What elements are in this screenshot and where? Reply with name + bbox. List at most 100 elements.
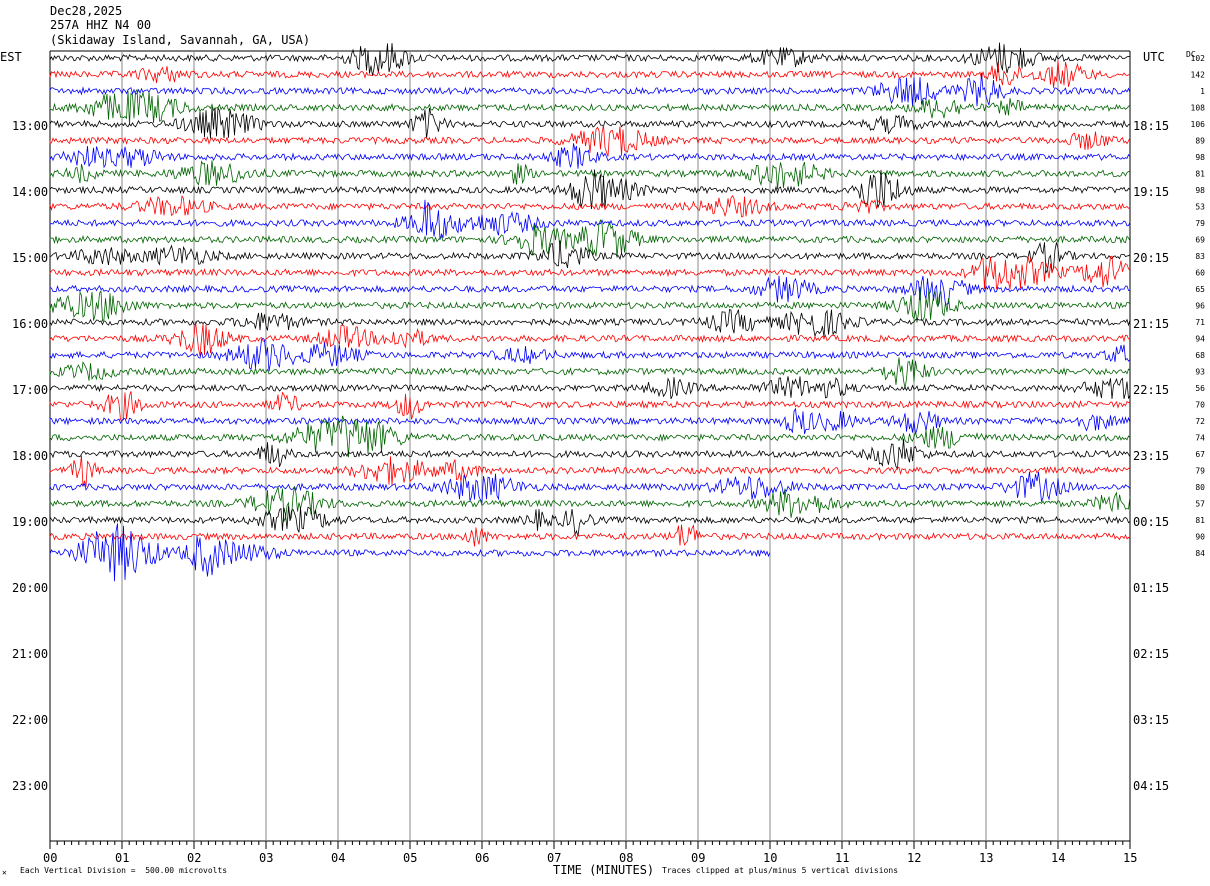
- x-tick-label-04: 04: [331, 851, 345, 865]
- clip-note: Traces clipped at plus/minus 5 vertical …: [662, 866, 899, 875]
- dc-offset-label: 70: [1195, 401, 1205, 410]
- trace-26: [49, 455, 1131, 487]
- right-hour-label: 04:15: [1133, 779, 1169, 793]
- x-tick-label-10: 10: [763, 851, 777, 865]
- dc-offset-label: 68: [1195, 351, 1205, 360]
- dc-offset-label: 96: [1195, 302, 1205, 311]
- scale-note: Each Vertical Division = 500.00 microvol…: [20, 866, 228, 875]
- trace-25: [49, 438, 1131, 471]
- dc-header-label: DC: [1186, 50, 1196, 59]
- left-hour-label: 23:00: [12, 779, 48, 793]
- dc-offset-label: 79: [1195, 467, 1205, 476]
- trace-18: [49, 321, 1131, 357]
- x-tick-label-02: 02: [187, 851, 201, 865]
- trace-6: [49, 124, 1131, 157]
- dc-offset-label: 80: [1195, 483, 1205, 492]
- x-tick-label-11: 11: [835, 851, 849, 865]
- dc-offset-labels: 1021421108106899881985379698360659671946…: [1191, 54, 1206, 558]
- dc-offset-label: 56: [1195, 384, 1205, 393]
- left-hour-label: 14:00: [12, 185, 48, 199]
- right-hour-label: 21:15: [1133, 317, 1169, 331]
- x-tick-label-14: 14: [1051, 851, 1065, 865]
- x-tick-label-06: 06: [475, 851, 489, 865]
- left-hour-label: 20:00: [12, 581, 48, 595]
- right-hour-label: 20:15: [1133, 251, 1169, 265]
- left-hour-label: 17:00: [12, 383, 48, 397]
- right-hour-label: 23:15: [1133, 449, 1169, 463]
- left-hour-label: 18:00: [12, 449, 48, 463]
- dc-offset-label: 84: [1195, 549, 1205, 558]
- minute-gridlines: [49, 50, 1131, 842]
- x-axis: 00 01 02 03 04 05 06 07 08 09 10 11 12 13 14 15: [43, 841, 1137, 865]
- right-hour-label: 22:15: [1133, 383, 1169, 397]
- right-hour-label: 00:15: [1133, 515, 1169, 529]
- x-tick-label-03: 03: [259, 851, 273, 865]
- trace-15: [49, 275, 1131, 307]
- trace-14: [49, 255, 1131, 290]
- dc-offset-label: 81: [1195, 170, 1205, 179]
- trace-21: [49, 376, 1131, 400]
- dc-offset-label: 81: [1195, 516, 1205, 525]
- x-axis-title: TIME (MINUTES): [553, 863, 654, 877]
- x-tick-label-12: 12: [907, 851, 921, 865]
- dc-offset-label: 93: [1195, 368, 1205, 377]
- left-hour-label: 16:00: [12, 317, 48, 331]
- dc-offset-label: 69: [1195, 236, 1205, 245]
- dc-offset-label: 53: [1195, 203, 1205, 212]
- trace-27: [49, 471, 1131, 504]
- trace-17: [49, 308, 1131, 338]
- left-hour-label: 13:00: [12, 119, 48, 133]
- right-timezone-label: UTC: [1143, 50, 1165, 64]
- trace-8: [49, 160, 1131, 190]
- dc-offset-label: 1: [1200, 87, 1205, 96]
- left-hour-label: 19:00: [12, 515, 48, 529]
- trace-22: [49, 391, 1131, 422]
- trace-7: [49, 143, 1131, 169]
- dc-offset-label: 98: [1195, 153, 1205, 162]
- seismic-traces: [49, 42, 1131, 582]
- dc-offset-label: 57: [1195, 500, 1205, 509]
- x-tick-label-09: 09: [691, 851, 705, 865]
- left-hour-label: 21:00: [12, 647, 48, 661]
- trace-3: [49, 72, 1131, 107]
- helicorder-chart: 13:00 18:15 14:00 19:15 15:00 20:15 16:00 21:15…: [0, 42, 1206, 877]
- trace-23: [49, 407, 1131, 435]
- dc-offset-label: 142: [1191, 71, 1206, 80]
- trace-30: [49, 524, 1131, 547]
- corner-mark: ✕: [2, 868, 7, 877]
- x-tick-label-00: 00: [43, 851, 57, 865]
- dc-offset-label: 108: [1191, 104, 1206, 113]
- dc-offset-label: 72: [1195, 417, 1205, 426]
- right-hour-label: 18:15: [1133, 119, 1169, 133]
- right-hour-label: 02:15: [1133, 647, 1169, 661]
- dc-offset-label: 98: [1195, 186, 1205, 195]
- x-tick-label-01: 01: [115, 851, 129, 865]
- dc-offset-label: 106: [1191, 120, 1206, 129]
- trace-20: [49, 357, 1131, 389]
- dc-offset-label: 74: [1195, 434, 1205, 443]
- dc-offset-label: 67: [1195, 450, 1205, 459]
- dc-offset-label: 65: [1195, 285, 1205, 294]
- hour-labels: 13:00 18:15 14:00 19:15 15:00 20:15 16:00 21:15…: [12, 119, 1169, 793]
- left-hour-label: 22:00: [12, 713, 48, 727]
- trace-10: [49, 194, 1131, 218]
- dc-offset-label: 79: [1195, 219, 1205, 228]
- right-hour-label: 01:15: [1133, 581, 1169, 595]
- dc-offset-label: 90: [1195, 533, 1205, 542]
- dc-offset-label: 83: [1195, 252, 1205, 261]
- trace-2: [49, 60, 1131, 88]
- right-hour-label: 19:15: [1133, 185, 1169, 199]
- trace-5: [49, 106, 1131, 139]
- x-tick-label-05: 05: [403, 851, 417, 865]
- dc-offset-label: 60: [1195, 269, 1205, 278]
- trace-19: [49, 337, 1131, 372]
- dc-offset-label: 71: [1195, 318, 1205, 327]
- x-tick-label-15: 15: [1123, 851, 1137, 865]
- trace-9: [49, 169, 1131, 210]
- dc-offset-label: 94: [1195, 335, 1205, 344]
- dc-offset-label: 89: [1195, 137, 1205, 146]
- x-tick-label-13: 13: [979, 851, 993, 865]
- left-timezone-label: EST: [0, 50, 22, 64]
- trace-29: [49, 506, 1131, 537]
- right-hour-label: 03:15: [1133, 713, 1169, 727]
